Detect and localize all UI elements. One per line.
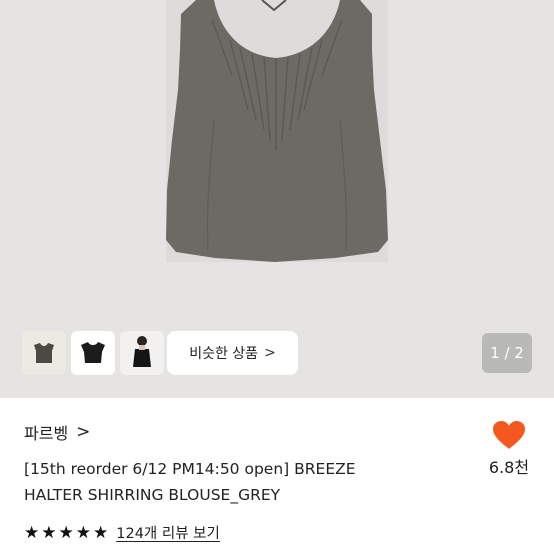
store-link[interactable]: 파르벵 > — [24, 420, 90, 444]
review-link[interactable]: 124개 리뷰 보기 — [116, 522, 220, 543]
thumbnail-grey-blouse[interactable] — [22, 331, 66, 375]
thumbnail-strip — [22, 331, 164, 375]
like-button[interactable]: 6.8천 — [484, 420, 534, 478]
star-icon: ★ — [24, 522, 40, 543]
product-info: 파르벵 > [15th reorder 6/12 PM14:50 open] B… — [0, 398, 554, 554]
black-blouse-thumb-image — [81, 342, 105, 363]
star-icon: ★ — [41, 522, 57, 543]
product-image-gallery[interactable]: 비슷한 상품 > 1 / 2 — [0, 0, 554, 398]
store-name: 파르벵 — [24, 424, 69, 443]
product-title-line1: [15th reorder 6/12 PM14:50 open] BREEZE — [24, 460, 356, 478]
product-title: [15th reorder 6/12 PM14:50 open] BREEZE … — [24, 456, 424, 508]
similar-products-label: 비슷한 상품 — [189, 346, 259, 362]
like-count: 6.8천 — [488, 458, 530, 477]
heart-icon — [493, 421, 525, 449]
product-title-line2: HALTER SHIRRING BLOUSE_GREY — [24, 486, 281, 504]
chevron-right-icon: > — [76, 422, 91, 442]
model-thumb-image — [133, 336, 151, 367]
thumbnail-model[interactable] — [120, 331, 164, 375]
image-page-indicator: 1 / 2 — [482, 333, 532, 373]
similar-products-button[interactable]: 비슷한 상품 > — [167, 331, 298, 375]
star-icon: ★ — [93, 522, 109, 543]
star-icon: ★ — [58, 522, 74, 543]
chevron-right-icon: > — [264, 345, 276, 361]
grey-blouse-thumb-image — [34, 343, 54, 363]
rating-row: ★ ★ ★ ★ ★ 124개 리뷰 보기 — [24, 522, 220, 543]
star-icon: ★ — [75, 522, 91, 543]
thumbnail-black-blouse[interactable] — [71, 331, 115, 375]
